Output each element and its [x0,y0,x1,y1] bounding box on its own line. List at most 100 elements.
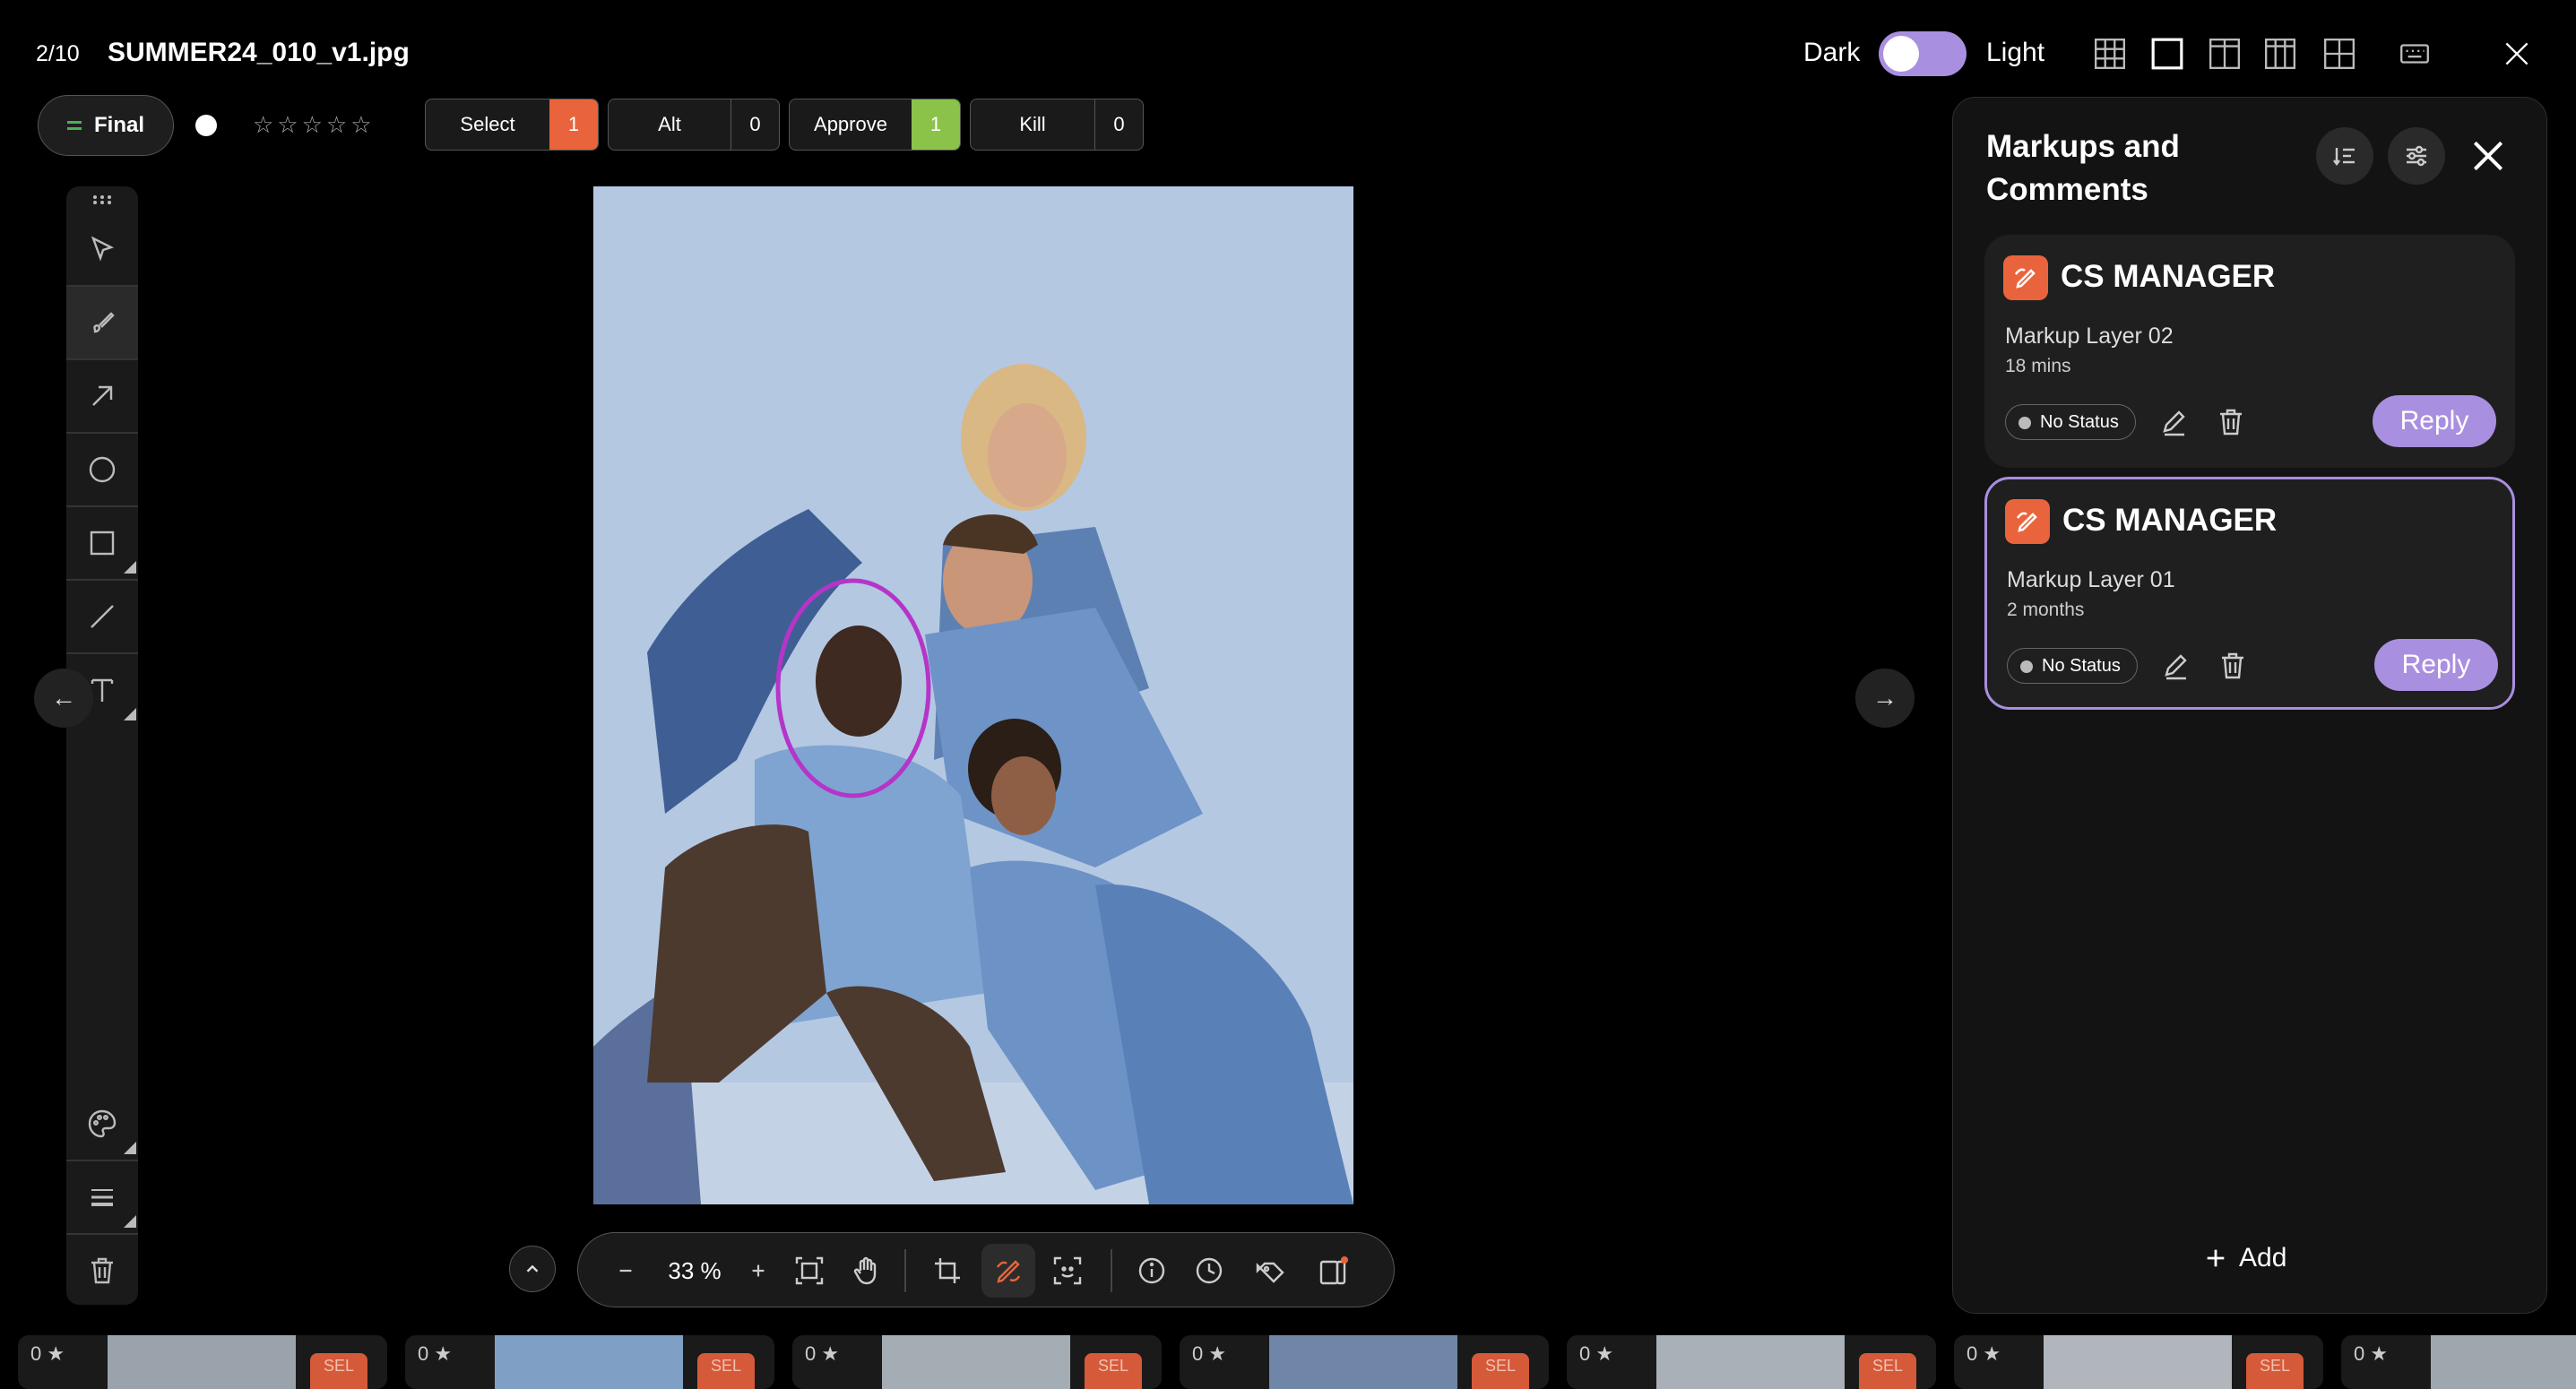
thumbnail [1269,1335,1457,1389]
close-viewer-icon[interactable] [2497,34,2537,73]
theme-light-label: Light [1986,38,2045,67]
vote-label: Kill [1019,113,1046,135]
zoom-in-button[interactable] [743,1233,774,1308]
keyboard-icon[interactable] [2395,34,2434,73]
select-tag: SEL [1859,1353,1916,1389]
arrow-left-icon: ← [51,684,76,712]
line-tool-icon[interactable] [66,581,138,652]
add-comment-button[interactable]: Add [2203,1238,2286,1278]
compare-four-view-icon[interactable] [2320,34,2359,73]
history-clock-icon[interactable] [1184,1233,1234,1308]
grid-view-icon[interactable] [2090,34,2130,73]
select-tag: SEL [1472,1353,1529,1389]
vote-label: Approve [814,113,887,135]
delete-icon[interactable] [2217,650,2252,686]
stroke-width-icon[interactable] [66,1161,138,1233]
submenu-corner-icon [124,1215,136,1228]
filmstrip-item[interactable]: 0 ★ SEL [405,1335,774,1389]
sort-icon[interactable] [2316,127,2373,185]
compare-three-view-icon[interactable] [2260,34,2300,73]
thumbnail [2431,1335,2576,1389]
submenu-corner-icon [124,561,136,574]
prev-image-button[interactable]: ← [34,669,93,728]
kill-vote-button[interactable]: Kill 0 [970,99,1144,151]
submenu-corner-icon [124,1142,136,1154]
single-view-icon[interactable] [2148,34,2187,73]
status-badge[interactable]: No Status [2005,404,2136,440]
thumb-rating: 0 ★ [1967,1342,2001,1365]
vote-label: Alt [658,113,681,135]
select-vote-button[interactable]: Select 1 [425,99,599,151]
filmstrip-item[interactable]: 0 ★ SEL [18,1335,387,1389]
filmstrip-item[interactable]: 0 ★ SEL [792,1335,1162,1389]
arrow-right-icon: → [1872,684,1897,712]
next-image-button[interactable]: → [1855,669,1915,728]
theme-dark-label: Dark [1803,38,1861,67]
submenu-corner-icon [124,708,136,720]
main-photo[interactable] [593,186,1353,1204]
thumbnail [882,1335,1070,1389]
vote-label: Select [460,113,515,135]
markup-avatar-icon [2003,255,2048,300]
delete-icon[interactable] [2215,406,2251,442]
compare-two-view-icon[interactable] [2205,34,2244,73]
thumbnail [1656,1335,1845,1389]
compare-panel-icon[interactable] [1306,1233,1360,1308]
zoom-out-button[interactable] [610,1233,641,1308]
comment-author: CS MANAGER [2061,259,2276,294]
thumb-rating: 0 ★ [1579,1342,1614,1365]
arrow-tool-icon[interactable] [66,360,138,432]
filmstrip-item[interactable]: 0 ★ [2341,1335,2576,1389]
close-panel-icon[interactable] [2467,134,2510,177]
trash-icon[interactable] [66,1235,138,1307]
circle-tool-icon[interactable] [66,434,138,505]
thumb-rating: 0 ★ [2354,1342,2389,1365]
final-status-icon [66,121,82,130]
select-pointer-icon[interactable] [66,213,138,285]
select-tag: SEL [697,1353,755,1389]
color-label-dot[interactable] [195,115,217,136]
alt-vote-button[interactable]: Alt 0 [608,99,780,151]
star-rating[interactable]: ☆☆☆☆☆ [253,111,376,139]
brush-tool-icon[interactable] [66,287,138,358]
approve-vote-button[interactable]: Approve 1 [789,99,961,151]
collapse-toolbar-button[interactable] [509,1246,556,1292]
thumb-rating: 0 ★ [1192,1342,1227,1365]
vote-count: 1 [912,99,960,150]
comment-layer: Markup Layer 01 [2007,567,2175,592]
drag-handle-icon[interactable] [66,186,138,213]
add-label: Add [2239,1243,2287,1273]
edit-icon[interactable] [2157,406,2193,442]
reply-button[interactable]: Reply [2374,639,2498,691]
comment-card[interactable]: CS MANAGER Markup Layer 01 2 months No S… [1984,477,2515,710]
rectangle-tool-icon[interactable] [66,507,138,579]
reply-button[interactable]: Reply [2373,395,2496,447]
thumbnail [108,1335,296,1389]
comment-time: 18 mins [2005,356,2071,376]
plus-icon [2207,1249,2225,1267]
thumb-rating: 0 ★ [418,1342,453,1365]
comment-author: CS MANAGER [2062,503,2278,538]
viewer-toolbar: 33 % [577,1232,1395,1307]
palette-icon[interactable] [66,1088,138,1160]
tags-icon[interactable] [1241,1233,1299,1308]
markup-avatar-icon [2005,499,2050,544]
fit-screen-icon[interactable] [782,1233,836,1308]
filmstrip-item[interactable]: 0 ★ SEL [1180,1335,1549,1389]
status-badge[interactable]: No Status [2007,648,2138,684]
edit-icon[interactable] [2159,650,2195,686]
pan-hand-icon[interactable] [840,1233,894,1308]
crop-icon[interactable] [921,1233,974,1308]
info-icon[interactable] [1127,1233,1177,1308]
filter-settings-icon[interactable] [2388,127,2445,185]
final-status-button[interactable]: Final [38,95,174,156]
markup-mode-icon[interactable] [981,1244,1035,1298]
filmstrip-item[interactable]: 0 ★ SEL [1954,1335,2323,1389]
chevron-up-icon [526,1264,539,1273]
select-tag: SEL [2246,1353,2304,1389]
file-name: SUMMER24_010_v1.jpg [108,38,410,67]
theme-toggle[interactable] [1879,31,1967,76]
filmstrip-item[interactable]: 0 ★ SEL [1567,1335,1936,1389]
focus-select-icon[interactable] [1041,1233,1094,1308]
comment-card[interactable]: CS MANAGER Markup Layer 02 18 mins No St… [1984,235,2515,468]
